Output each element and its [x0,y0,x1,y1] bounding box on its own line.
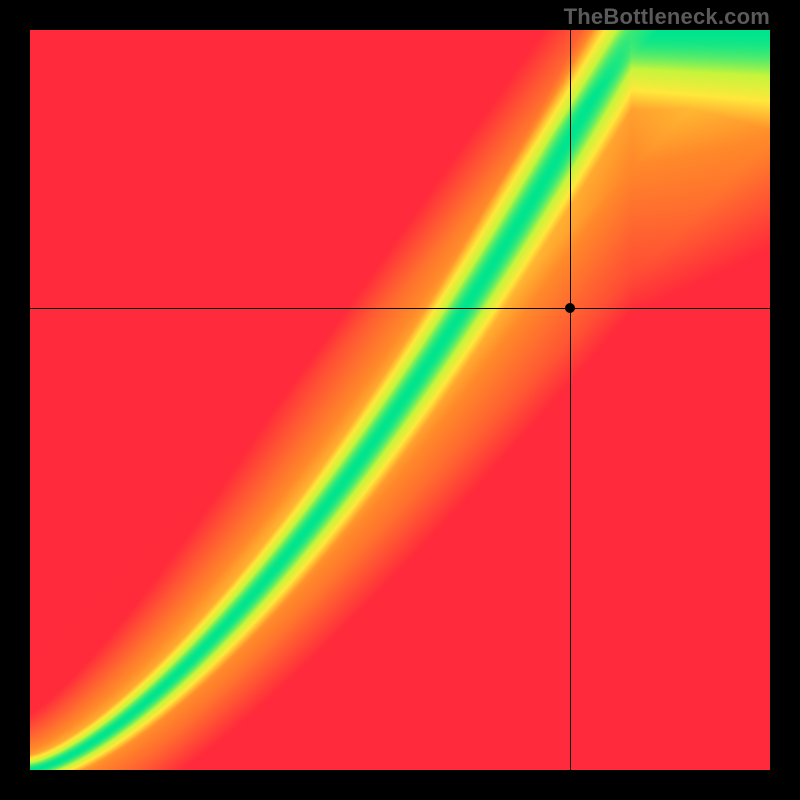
crosshair-horizontal [30,308,770,309]
heatmap-canvas [30,30,770,770]
watermark-text: TheBottleneck.com [564,4,770,30]
heatmap-plot [30,30,770,770]
marker-dot [565,303,575,313]
crosshair-vertical [570,30,571,770]
chart-frame: TheBottleneck.com [0,0,800,800]
